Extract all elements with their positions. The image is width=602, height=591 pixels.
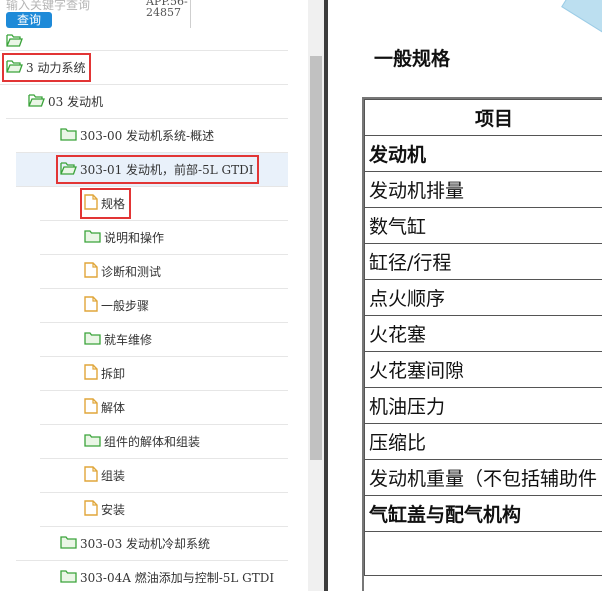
tree-item[interactable]: 03 发动机 xyxy=(6,85,288,119)
tree-item-label: 规格 xyxy=(101,197,126,211)
table-row: 发动机排量 xyxy=(364,171,602,208)
tree-item-label: 组装 xyxy=(101,469,126,483)
tree-item[interactable]: 3 动力系统 xyxy=(0,51,288,85)
tree-item-label: 诊断和测试 xyxy=(101,265,162,279)
folder-closed-icon xyxy=(60,569,77,586)
tree-item-label: 303-01 发动机，前部-5L GTDI xyxy=(80,163,254,177)
document-icon xyxy=(84,194,98,213)
tree-item-label: 3 动力系统 xyxy=(26,61,86,75)
table-cell-item: 点火顺序 xyxy=(364,279,602,316)
tree-item[interactable]: 规格 xyxy=(40,187,288,221)
page-title: 一般规格 xyxy=(374,48,451,70)
tree-item[interactable]: 303-03 发动机冷却系统 xyxy=(16,527,288,561)
table-row: 发动机重量（不包括辅助件 xyxy=(364,459,602,496)
folder-closed-icon xyxy=(84,331,101,348)
search-input[interactable] xyxy=(6,0,134,12)
folder-closed-icon xyxy=(84,229,101,246)
table-row: 点火顺序 xyxy=(364,279,602,316)
table-header-row: 项目 xyxy=(364,99,602,136)
table-cell-item: 数气缸 xyxy=(364,207,602,244)
folder-open-icon xyxy=(60,161,77,178)
tree-item[interactable]: 就车维修 xyxy=(40,323,288,357)
table-row: 火花塞 xyxy=(364,315,602,352)
folder-closed-icon xyxy=(84,433,101,450)
table-header-item: 项目 xyxy=(364,99,602,136)
tree-item[interactable]: 303-00 发动机系统-概述 xyxy=(16,119,288,153)
tree-item[interactable]: 解体 xyxy=(40,391,288,425)
document-icon xyxy=(84,296,98,315)
table-cell-item: 发动机重量（不包括辅助件 xyxy=(364,459,602,496)
table-cell-item: 发动机 xyxy=(364,135,602,172)
table-cell-item: 机油压力 xyxy=(364,387,602,424)
table-row: 机油压力 xyxy=(364,387,602,424)
table-row: 数气缸 xyxy=(364,207,602,244)
tree-item-label: 303-04A 燃油添加与控制-5L GTDI xyxy=(80,571,275,585)
table-row: 发动机 xyxy=(364,135,602,172)
folder-closed-icon xyxy=(60,535,77,552)
tree-item[interactable]: 组件的解体和组装 xyxy=(40,425,288,459)
tree-item[interactable]: 303-04A 燃油添加与控制-5L GTDI xyxy=(16,561,288,591)
tree-item-label: 303-03 发动机冷却系统 xyxy=(80,537,211,551)
tree-item[interactable]: 安装 xyxy=(40,493,288,527)
folder-open-icon xyxy=(28,93,45,110)
folder-open-icon xyxy=(6,59,23,76)
tree-item-label: 一般步骤 xyxy=(101,299,150,313)
tree-item-label: 拆卸 xyxy=(101,367,126,381)
tree-item-label: 303-00 发动机系统-概述 xyxy=(80,129,215,143)
table-cell-item xyxy=(364,531,602,576)
table-cell-item: 气缸盖与配气机构 xyxy=(364,495,602,532)
navigation-tree-panel: 查询 APP.56-24857 3 动力系统03 发动机303-00 发动机系统… xyxy=(0,0,308,591)
tree-item-label: 解体 xyxy=(101,401,126,415)
tree-item-label: 说明和操作 xyxy=(104,231,165,245)
table-cell-item: 缸径/行程 xyxy=(364,243,602,280)
folder-open-icon xyxy=(6,33,23,50)
tree-item-label: 安装 xyxy=(101,503,126,517)
corner-tag-icon xyxy=(561,0,602,33)
document-icon xyxy=(84,364,98,383)
tree-item[interactable]: 诊断和测试 xyxy=(40,255,288,289)
table-cell-item: 火花塞间隙 xyxy=(364,351,602,388)
table-cell-item: 火花塞 xyxy=(364,315,602,352)
tree-item[interactable]: 303-01 发动机，前部-5L GTDI xyxy=(16,153,288,187)
tree-item[interactable]: 说明和操作 xyxy=(40,221,288,255)
tree-item[interactable]: 组装 xyxy=(40,459,288,493)
table-row: 压缩比 xyxy=(364,423,602,460)
content-panel: 一般规格 项目 发动机 发动机排量 数气缸 缸径/行程 点火顺序 火花塞 火花塞间隙 机油压力… xyxy=(328,0,602,591)
table-cell-item: 发动机排量 xyxy=(364,171,602,208)
document-icon xyxy=(84,398,98,417)
tree-item-label: 就车维修 xyxy=(104,333,153,347)
scrollbar-thumb[interactable] xyxy=(310,56,322,460)
folder-closed-icon xyxy=(60,127,77,144)
tree-item[interactable] xyxy=(0,16,288,51)
table-row: 缸径/行程 xyxy=(364,243,602,280)
spec-table: 项目 发动机 发动机排量 数气缸 缸径/行程 点火顺序 火花塞 火花塞间隙 机油压力 压缩比 发动… xyxy=(364,99,602,576)
tree-item-label: 组件的解体和组装 xyxy=(104,435,201,449)
tree-item[interactable]: 一般步骤 xyxy=(40,289,288,323)
document-icon xyxy=(84,466,98,485)
table-row: 气缸盖与配气机构 xyxy=(364,495,602,532)
tree-item-label: 03 发动机 xyxy=(48,95,104,109)
table-cell-item: 压缩比 xyxy=(364,423,602,460)
document-icon xyxy=(84,262,98,281)
table-row xyxy=(364,531,602,576)
document-icon xyxy=(84,500,98,519)
table-row: 火花塞间隙 xyxy=(364,351,602,388)
tree-item[interactable]: 拆卸 xyxy=(40,357,288,391)
